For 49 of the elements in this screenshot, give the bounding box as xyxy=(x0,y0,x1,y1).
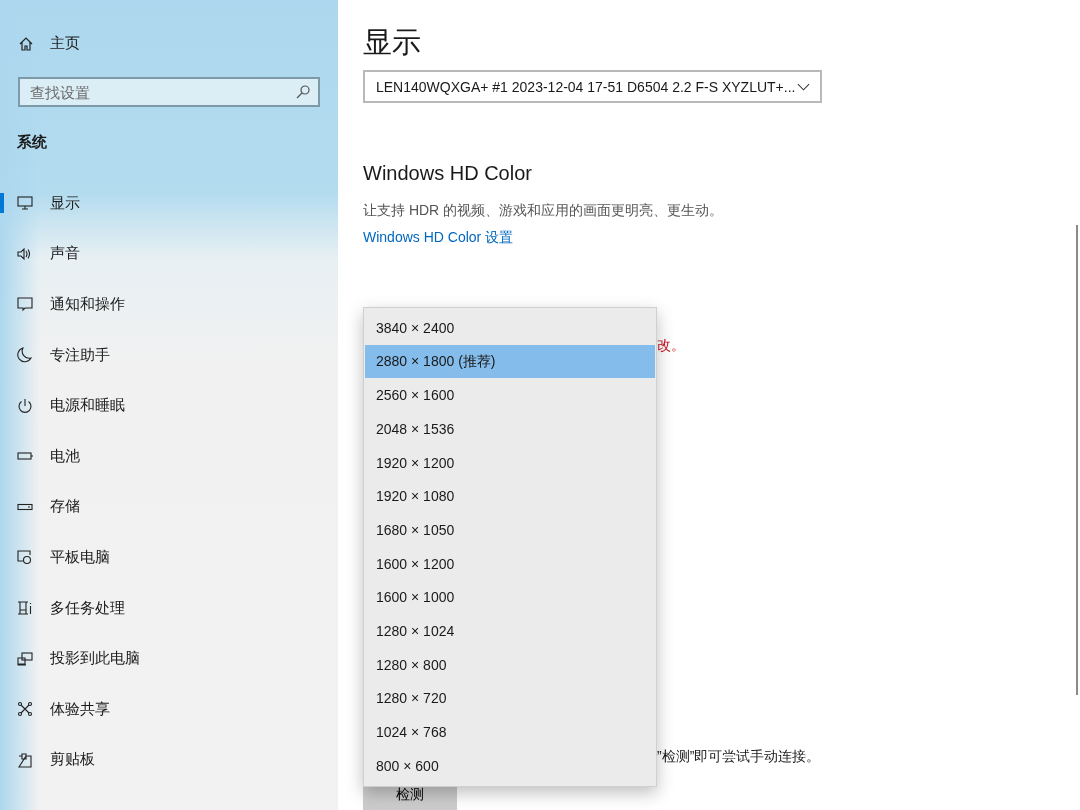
home-icon xyxy=(18,35,34,52)
resolution-option[interactable]: 2880 × 1800 (推荐) xyxy=(365,344,655,379)
project-icon xyxy=(17,650,33,667)
home-link[interactable]: 主页 xyxy=(0,0,338,53)
sidebar-item[interactable]: 投影到此电脑 xyxy=(0,633,338,684)
sidebar-item[interactable]: 多任务处理 xyxy=(0,582,338,634)
multitask-icon xyxy=(17,600,33,617)
sidebar-item[interactable]: 专注助手 xyxy=(0,329,338,381)
share-icon xyxy=(17,701,33,718)
search-field[interactable]: 查找设置 xyxy=(18,77,320,107)
resolution-option[interactable]: 1280 × 720 xyxy=(365,681,655,716)
resolution-option[interactable]: 800 × 600 xyxy=(365,748,655,783)
sidebar-item[interactable]: 显示 xyxy=(0,178,338,229)
section-heading: 系统 xyxy=(17,133,48,152)
sidebar-item[interactable]: 通知和操作 xyxy=(0,279,338,330)
display-icon xyxy=(17,195,33,212)
sidebar-item[interactable]: 电源和睡眠 xyxy=(0,380,338,431)
warning-text: 改。 xyxy=(657,337,685,355)
power-icon xyxy=(17,397,33,414)
sidebar-item[interactable]: 存储 xyxy=(0,481,338,533)
detect-hint-text: ”检测”即可尝试手动连接。 xyxy=(657,748,821,766)
resolution-option[interactable]: 1920 × 1080 xyxy=(365,479,655,514)
resolution-option[interactable]: 1600 × 1200 xyxy=(365,546,655,581)
resolution-option[interactable]: 3840 × 2400 xyxy=(365,311,655,345)
sidebar-item[interactable]: 平板电脑 xyxy=(0,532,338,583)
chevron-icon xyxy=(797,82,810,91)
sound-icon xyxy=(17,245,33,262)
resolution-option[interactable]: 1280 × 800 xyxy=(365,647,655,682)
resolution-option[interactable]: 1280 × 1024 xyxy=(365,614,655,648)
resolution-option[interactable]: 2560 × 1600 xyxy=(365,378,655,413)
section-heading: Windows HD Color xyxy=(363,161,532,186)
settings-link[interactable]: Windows HD Color 设置 xyxy=(363,229,514,247)
resolution-option[interactable]: 1680 × 1050 xyxy=(365,513,655,547)
moon-icon xyxy=(17,347,33,364)
sidebar-item[interactable]: 声音 xyxy=(0,228,338,280)
tablet-icon xyxy=(17,549,33,566)
description-text: 让支持 HDR 的视频、游戏和应用的画面更明亮、更生动。 xyxy=(363,202,724,220)
resolution-option[interactable]: 1024 × 768 xyxy=(365,715,655,749)
sidebar-item[interactable]: 电池 xyxy=(0,430,338,482)
sidebar-item[interactable]: 剪贴板 xyxy=(0,734,338,786)
search-icon xyxy=(295,84,311,100)
notification-icon xyxy=(17,296,33,313)
resolution-option[interactable]: 1600 × 1000 xyxy=(365,580,655,615)
scrollbar[interactable] xyxy=(1076,225,1078,695)
page-title: 显示 xyxy=(363,25,421,60)
resolution-option[interactable]: 1920 × 1200 xyxy=(365,445,655,480)
sidebar-item[interactable]: 体验共享 xyxy=(0,683,338,735)
resolution-option[interactable]: 2048 × 1536 xyxy=(365,412,655,446)
monitor-dropdown[interactable]: LEN140WQXGA+ #1 2023-12-04 17-51 D6504 2.2 F-S XYZLUT+... xyxy=(363,70,822,103)
